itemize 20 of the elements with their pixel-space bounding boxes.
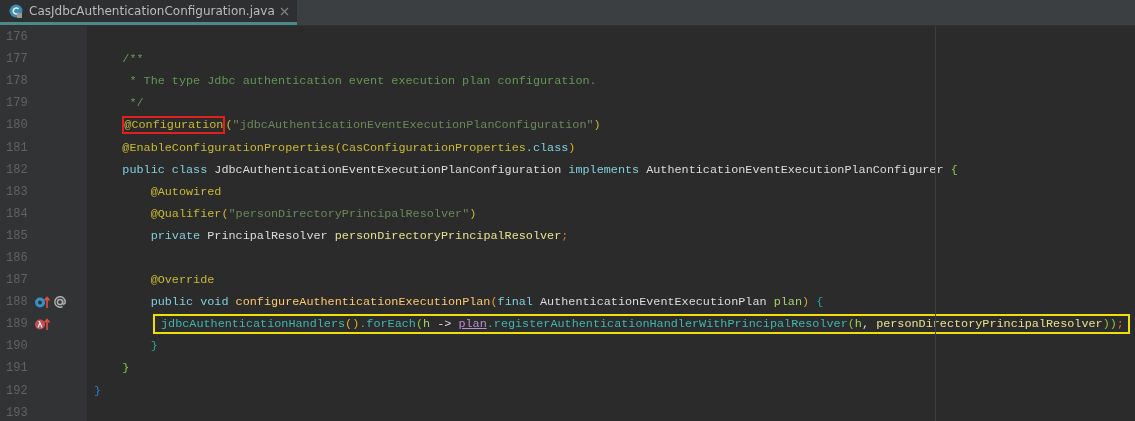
lambda-icon[interactable] (34, 317, 50, 332)
code-line: */ (128, 95, 144, 112)
code-line: /** (121, 51, 144, 68)
close-icon[interactable] (279, 6, 289, 16)
code-line: @Override (149, 272, 215, 289)
at-sign-icon[interactable] (53, 295, 67, 310)
code-line: public void configureAuthenticationExecutionPlan(final AuthenticationEventExecutionPlan plan) { (149, 294, 824, 311)
code-line: @Autowired (149, 183, 222, 200)
code-line: private PrincipalResolver personDirectoryPrincipalResolver; (149, 227, 569, 244)
code-line: @Qualifier("personDirectoryPrincipalResolver") (149, 205, 477, 222)
code-line: } (149, 338, 158, 355)
code-line: * The type Jdbc authentication event execution plan configuration. (128, 73, 597, 90)
code-line: @Configuration ("jdbcAuthenticationEventExecutionPlanConfiguration") (121, 117, 601, 134)
code-line: } (121, 360, 130, 377)
code-line: public class JdbcAuthenticationEventExecutionPlanConfiguration implements AuthenticationEventExecutionPlanConfigurer { (121, 161, 958, 178)
code-line: } (93, 382, 102, 399)
override-icon[interactable] (34, 295, 50, 310)
class-file-icon (8, 3, 24, 19)
file-tab[interactable]: CasJdbcAuthenticationConfiguration.java (0, 0, 297, 25)
code-line: @EnableConfigurationProperties(CasConfigurationProperties.class) (121, 139, 576, 156)
